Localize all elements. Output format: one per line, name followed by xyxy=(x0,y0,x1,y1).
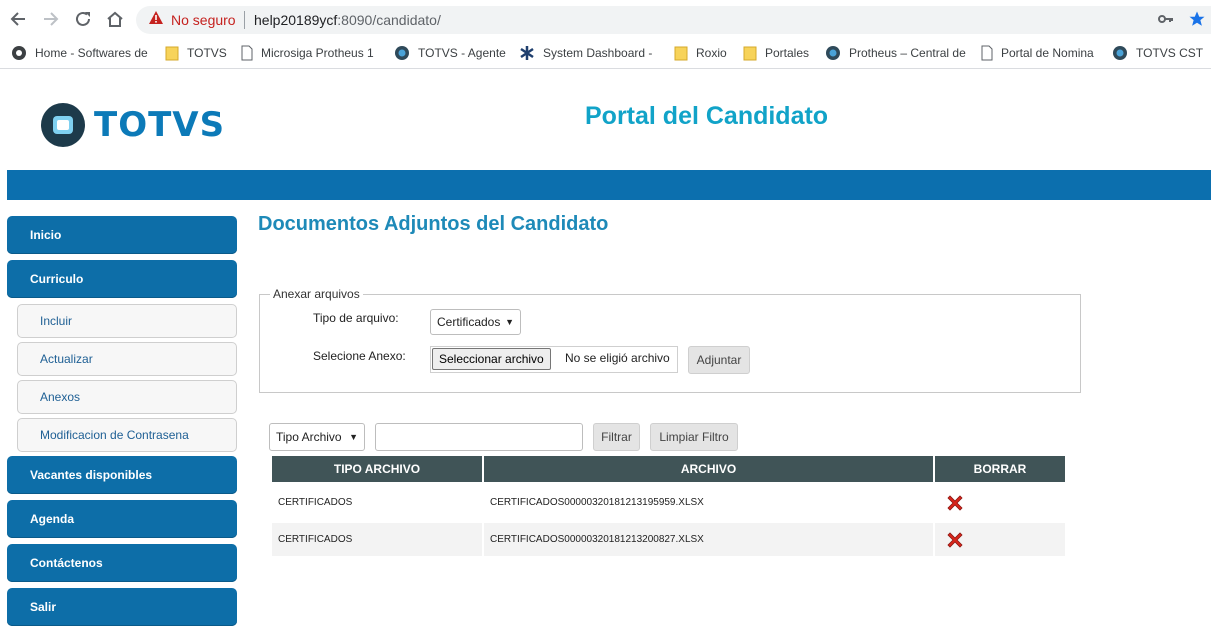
cell-archivo[interactable]: CERTIFICADOS000003201812131959​59.XLSX xyxy=(484,486,933,523)
sidebar-subitem-modificacion-contrasena[interactable]: Modificacion de Contrasena xyxy=(17,418,237,452)
file-type-value: Certificados xyxy=(437,315,501,329)
column-header-archivo: ARCHIVO xyxy=(484,456,933,486)
bookmark-label: Portal de Nomina xyxy=(1001,46,1094,60)
bookmark-portales[interactable]: Portales xyxy=(743,45,809,61)
file-status-text: No se eligió archivo xyxy=(565,351,670,365)
cell-borrar xyxy=(935,523,1065,560)
url-host: help20189ycf xyxy=(254,12,338,28)
home-button[interactable] xyxy=(104,8,126,30)
filter-type-select[interactable]: Tipo Archivo ▼ xyxy=(269,423,365,451)
url-text[interactable]: help20189ycf:8090/candidato/ xyxy=(254,12,441,28)
forward-button[interactable] xyxy=(40,8,62,30)
bookmark-system-dashboard[interactable]: System Dashboard - xyxy=(519,45,652,61)
sidebar-item-vacantes[interactable]: Vacantes disponibles xyxy=(7,456,237,494)
page-icon xyxy=(241,45,253,61)
sidebar-menu: Inicio Curriculo Incluir Actualizar Anex… xyxy=(7,216,237,632)
back-button[interactable] xyxy=(7,8,29,30)
delete-icon[interactable] xyxy=(945,530,965,553)
bookmark-label: TOTVS xyxy=(187,46,227,60)
filtrar-button[interactable]: Filtrar xyxy=(593,423,640,451)
bookmark-label: TOTVS CST xyxy=(1136,46,1204,60)
logo-text: TOTVS xyxy=(94,105,226,145)
file-input[interactable]: Seleccionar archivo No se eligió archivo xyxy=(430,346,678,373)
bookmark-totvs[interactable]: TOTVS xyxy=(165,45,227,61)
warning-icon[interactable] xyxy=(148,10,164,31)
browser-toolbar: No seguro help20189ycf:8090/candidato/ xyxy=(0,0,1211,38)
reload-icon xyxy=(76,11,90,26)
totvs-icon xyxy=(825,45,841,61)
key-icon[interactable] xyxy=(1158,12,1174,31)
filter-input[interactable] xyxy=(375,423,583,451)
bookmark-portal-nomina[interactable]: Portal de Nomina xyxy=(981,45,1094,61)
bookmark-label: Home - Softwares de xyxy=(35,46,148,60)
file-type-select[interactable]: Certificados ▼ xyxy=(430,309,521,335)
omnibox-divider xyxy=(244,11,245,29)
portal-title: Portal del Candidato xyxy=(585,102,829,130)
totvs-icon xyxy=(1112,45,1128,61)
adjuntar-button[interactable]: Adjuntar xyxy=(688,346,750,374)
cell-tipo: CERTIFICADOS xyxy=(272,523,482,560)
sidebar-subitem-incluir[interactable]: Incluir xyxy=(17,304,237,338)
url-path: :8090/candidato/ xyxy=(337,12,441,28)
security-status[interactable]: No seguro xyxy=(171,12,236,28)
limpiar-filtro-button[interactable]: Limpiar Filtro xyxy=(650,423,738,451)
sidebar-item-curriculo[interactable]: Curriculo xyxy=(7,260,237,298)
file-type-label: Tipo de arquivo: xyxy=(313,311,399,325)
bookmark-label: Portales xyxy=(765,46,810,60)
globe-icon xyxy=(11,45,27,61)
page-title: Documentos Adjuntos del Candidato xyxy=(258,213,609,235)
chevron-down-icon: ▼ xyxy=(349,432,358,442)
bookmark-label: System Dashboard - xyxy=(543,46,653,60)
bookmark-roxio[interactable]: Roxio xyxy=(674,45,727,61)
attachment-label: Selecione Anexo: xyxy=(313,349,406,363)
sidebar-item-agenda[interactable]: Agenda xyxy=(7,500,237,538)
chevron-down-icon: ▼ xyxy=(505,317,514,327)
sidebar-item-contactenos[interactable]: Contáctenos xyxy=(7,544,237,582)
home-icon xyxy=(107,11,123,27)
bookmark-microsiga[interactable]: Microsiga Protheus 1 xyxy=(241,45,374,61)
reload-button[interactable] xyxy=(72,8,94,30)
column-header-borrar: BORRAR xyxy=(935,456,1065,486)
attach-files-legend: Anexar arquivos xyxy=(273,287,360,301)
folder-icon xyxy=(674,45,688,61)
cell-borrar xyxy=(935,486,1065,523)
back-arrow-icon xyxy=(10,12,25,26)
bookmark-home-softwares[interactable]: Home - Softwares de xyxy=(11,45,148,61)
attachments-table: TIPO ARCHIVO ARCHIVO BORRAR CERTIFICADOS… xyxy=(270,456,1067,560)
totvs-logo[interactable]: TOTVS xyxy=(40,102,225,148)
table-row: CERTIFICADOS CERTIFICADOS000003201812131… xyxy=(272,486,1065,523)
delete-icon[interactable] xyxy=(945,493,965,516)
column-header-tipo: TIPO ARCHIVO xyxy=(272,456,482,486)
table-header-row: TIPO ARCHIVO ARCHIVO BORRAR xyxy=(272,456,1065,486)
bookmark-protheus-central[interactable]: Protheus – Central de xyxy=(825,45,966,61)
header-band xyxy=(7,170,1211,200)
attach-files-fieldset: Anexar arquivos xyxy=(259,287,1081,393)
choose-file-button[interactable]: Seleccionar archivo xyxy=(432,348,551,370)
totvs-icon xyxy=(394,45,410,61)
sidebar-subitem-anexos[interactable]: Anexos xyxy=(17,380,237,414)
sidebar-item-inicio[interactable]: Inicio xyxy=(7,216,237,254)
portal-page: TOTVS Portal del Candidato Inicio Curric… xyxy=(0,69,1211,628)
dashboard-icon xyxy=(519,45,535,61)
bookmark-label: Microsiga Protheus 1 xyxy=(261,46,374,60)
sidebar-item-salir[interactable]: Salir xyxy=(7,588,237,626)
bookmarks-bar: Home - Softwares de TOTVS Microsiga Prot… xyxy=(0,38,1211,69)
bookmark-label: TOTVS - Agente xyxy=(418,46,506,60)
bookmark-label: Roxio xyxy=(696,46,727,60)
filter-type-value: Tipo Archivo xyxy=(276,430,342,444)
folder-icon xyxy=(165,45,179,61)
bookmark-totvs-agente[interactable]: TOTVS - Agente xyxy=(394,45,506,61)
bookmark-label: Protheus – Central de xyxy=(849,46,966,60)
cell-tipo: CERTIFICADOS xyxy=(272,486,482,523)
totvs-logo-icon xyxy=(41,103,85,147)
page-icon xyxy=(981,45,993,61)
folder-icon xyxy=(743,45,757,61)
bookmark-totvs-cst[interactable]: TOTVS CST xyxy=(1112,45,1203,61)
table-row: CERTIFICADOS CERTIFICADOS000003201812132… xyxy=(272,523,1065,560)
bookmark-star-icon[interactable] xyxy=(1188,10,1206,33)
forward-arrow-icon xyxy=(44,12,59,26)
cell-archivo[interactable]: CERTIFICADOS00000320181213200827.XLSX xyxy=(484,523,933,560)
sidebar-subitem-actualizar[interactable]: Actualizar xyxy=(17,342,237,376)
